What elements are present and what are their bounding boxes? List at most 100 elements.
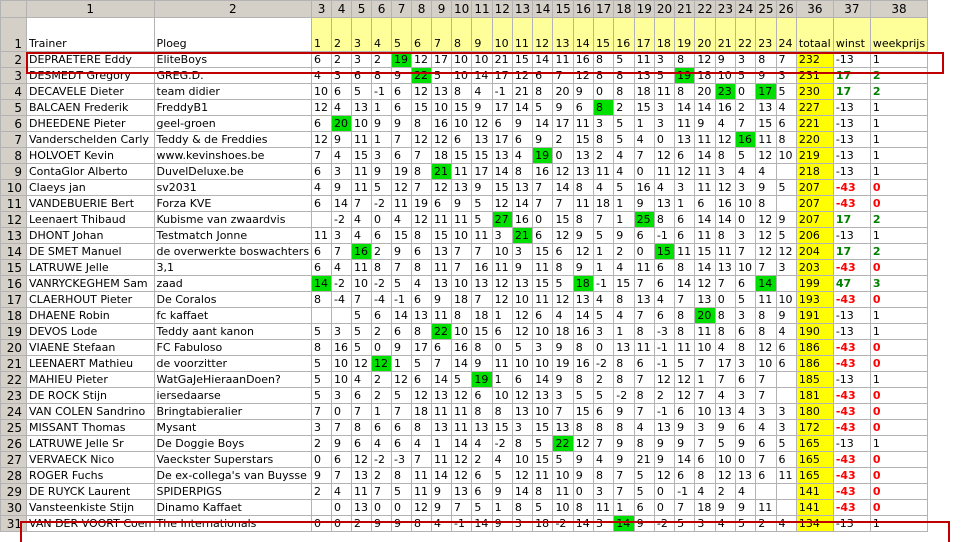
- score-cell[interactable]: 5: [633, 483, 655, 500]
- winst-cell[interactable]: 17: [832, 83, 871, 100]
- column-header-17[interactable]: 17: [593, 0, 615, 18]
- score-cell[interactable]: [775, 499, 797, 516]
- ploeg-cell[interactable]: Forza KVE: [153, 195, 313, 212]
- score-cell[interactable]: 1: [633, 115, 655, 132]
- score-cell[interactable]: 8: [593, 51, 615, 68]
- trainer-cell[interactable]: LEENAERT Mathieu: [26, 355, 155, 372]
- score-cell[interactable]: 3: [331, 387, 353, 404]
- score-cell[interactable]: 4: [331, 147, 353, 164]
- score-cell[interactable]: 0: [532, 211, 554, 228]
- score-cell[interactable]: 11: [552, 51, 574, 68]
- row-header-17[interactable]: 17: [0, 291, 27, 308]
- score-cell[interactable]: 11: [674, 115, 696, 132]
- score-cell[interactable]: 13: [511, 179, 534, 196]
- score-cell[interactable]: 6: [552, 243, 574, 260]
- ploeg-cell[interactable]: Bringtabieralier: [153, 403, 313, 420]
- score-cell[interactable]: 14: [694, 147, 716, 164]
- score-cell[interactable]: 0: [331, 499, 353, 516]
- score-cell[interactable]: 11: [431, 403, 453, 420]
- score-cell[interactable]: 11: [572, 195, 595, 212]
- score-cell[interactable]: 3: [734, 355, 757, 372]
- score-cell[interactable]: 5: [532, 99, 554, 116]
- score-cell[interactable]: 11: [431, 307, 453, 324]
- score-cell[interactable]: 0: [311, 515, 333, 532]
- totaal-cell[interactable]: 180: [795, 403, 834, 420]
- score-cell[interactable]: 12: [674, 163, 696, 180]
- totaal-cell[interactable]: 207: [795, 179, 834, 196]
- score-cell[interactable]: 6: [331, 83, 353, 100]
- score-cell[interactable]: 0: [552, 147, 574, 164]
- score-cell[interactable]: 7: [633, 403, 655, 420]
- winst-cell[interactable]: -13: [832, 115, 871, 132]
- score-cell[interactable]: 12: [572, 67, 595, 84]
- score-cell[interactable]: 16: [714, 195, 736, 212]
- score-cell[interactable]: 7: [755, 371, 777, 388]
- row-header-15[interactable]: 15: [0, 259, 27, 276]
- winst-cell[interactable]: -43: [832, 387, 871, 404]
- winst-cell[interactable]: -13: [832, 99, 871, 116]
- score-cell[interactable]: 7: [694, 387, 716, 404]
- score-cell[interactable]: 15: [572, 131, 595, 148]
- score-cell[interactable]: 16: [633, 179, 655, 196]
- ploeg-cell[interactable]: geel-groen: [153, 115, 313, 132]
- score-cell[interactable]: 4: [311, 67, 333, 84]
- score-cell[interactable]: 13: [451, 179, 473, 196]
- score-cell[interactable]: 12: [411, 387, 433, 404]
- ploeg-cell[interactable]: FC Fabuloso: [153, 339, 313, 356]
- score-cell[interactable]: -2: [371, 195, 393, 212]
- score-cell[interactable]: -1: [371, 83, 393, 100]
- score-cell[interactable]: 2: [311, 483, 333, 500]
- score-cell[interactable]: 8: [451, 83, 473, 100]
- score-cell[interactable]: 11: [351, 179, 373, 196]
- score-cell[interactable]: -2: [331, 275, 353, 292]
- score-cell[interactable]: 16: [331, 339, 353, 356]
- totaal-cell[interactable]: 207: [795, 211, 834, 228]
- score-cell[interactable]: 13: [653, 195, 676, 212]
- weekprijs-cell[interactable]: 0: [869, 355, 929, 372]
- winst-cell[interactable]: -43: [832, 355, 871, 372]
- winst-cell[interactable]: 47: [832, 275, 871, 292]
- score-cell[interactable]: 9: [331, 131, 353, 148]
- totaal-cell[interactable]: 186: [795, 339, 834, 356]
- score-cell[interactable]: 15: [411, 99, 433, 116]
- score-cell[interactable]: 3: [653, 99, 676, 116]
- row-header-31[interactable]: 31: [0, 515, 27, 532]
- trainer-cell[interactable]: ContaGlor Alberto: [26, 163, 155, 180]
- score-cell[interactable]: 7: [714, 371, 736, 388]
- score-cell[interactable]: 5: [311, 323, 333, 340]
- score-cell[interactable]: 9: [633, 195, 655, 212]
- score-cell[interactable]: 11: [755, 131, 777, 148]
- ploeg-cell[interactable]: WatGaJeHieraanDoen?: [153, 371, 313, 388]
- score-cell[interactable]: 5: [351, 339, 373, 356]
- score-cell[interactable]: 0: [311, 451, 333, 468]
- trainer-cell[interactable]: VANDEBUERIE Bert: [26, 195, 155, 212]
- winst-cell[interactable]: -43: [832, 195, 871, 212]
- score-cell[interactable]: 5: [351, 307, 373, 324]
- score-cell[interactable]: 12: [552, 163, 574, 180]
- weekprijs-cell[interactable]: 3: [869, 275, 929, 292]
- score-cell[interactable]: 14: [511, 483, 534, 500]
- title-cell-26[interactable]: totaal: [795, 17, 834, 52]
- score-cell[interactable]: 8: [411, 259, 433, 276]
- score-cell[interactable]: 17: [552, 115, 574, 132]
- score-cell[interactable]: 8: [311, 339, 333, 356]
- score-cell[interactable]: 7: [755, 259, 777, 276]
- score-cell[interactable]: 6: [431, 195, 453, 212]
- score-cell[interactable]: -2: [491, 435, 513, 452]
- title-cell-25[interactable]: 24: [775, 17, 797, 52]
- score-cell[interactable]: 17: [491, 99, 513, 116]
- score-cell[interactable]: 5: [552, 275, 574, 292]
- score-cell[interactable]: 4: [714, 387, 736, 404]
- score-cell[interactable]: -2: [552, 515, 574, 532]
- totaal-cell[interactable]: 134: [795, 515, 834, 532]
- score-cell[interactable]: 10: [451, 51, 473, 68]
- score-cell[interactable]: 6: [775, 451, 797, 468]
- score-cell[interactable]: 18: [694, 499, 716, 516]
- score-cell[interactable]: 1: [593, 259, 615, 276]
- winst-cell[interactable]: -43: [832, 179, 871, 196]
- score-cell[interactable]: 9: [653, 451, 676, 468]
- score-cell[interactable]: 6: [734, 323, 757, 340]
- score-cell[interactable]: 18: [593, 195, 615, 212]
- ploeg-cell[interactable]: Mysant: [153, 419, 313, 436]
- score-cell[interactable]: 9: [613, 451, 635, 468]
